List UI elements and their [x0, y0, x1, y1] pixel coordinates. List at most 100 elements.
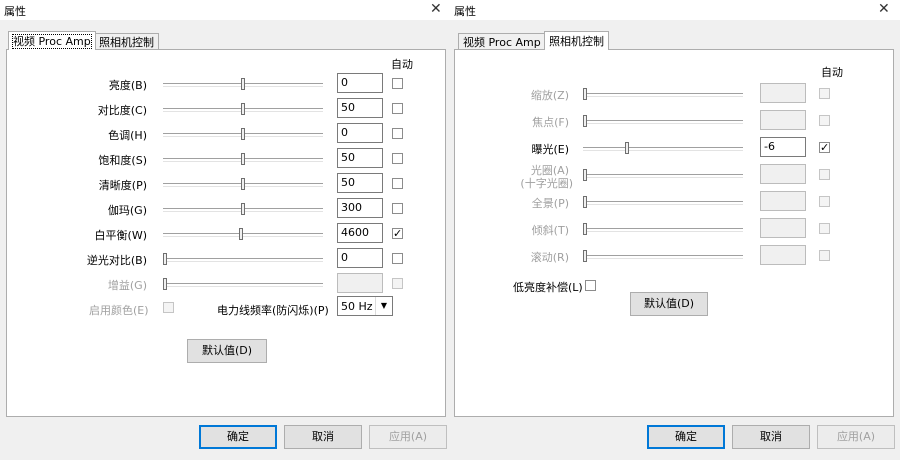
- color-enable-label: 启用颜色(E): [89, 304, 149, 317]
- slider-thumb[interactable]: [625, 142, 629, 154]
- auto-checkbox: [819, 196, 830, 207]
- properties-dialog-left: 属性 ✕ 视频 Proc Amp 照相机控制 自动 亮度(B) 0 对比度(C) 50…: [0, 0, 450, 460]
- powerline-frequency-value: 50 Hz: [341, 300, 373, 313]
- slider-track[interactable]: [583, 142, 743, 154]
- value-field[interactable]: 0: [337, 248, 383, 268]
- color-enable-checkbox: [163, 302, 174, 313]
- row-label: 对比度(C): [97, 104, 147, 117]
- slider-thumb[interactable]: [241, 103, 245, 115]
- value-field[interactable]: 300: [337, 198, 383, 218]
- low-light-compensation-checkbox[interactable]: [585, 280, 596, 291]
- slider-thumb: [583, 169, 587, 181]
- value-field: [337, 273, 383, 293]
- tab-video-proc-amp[interactable]: 视频 Proc Amp: [458, 33, 546, 50]
- slider-thumb: [583, 223, 587, 235]
- cancel-button[interactable]: 取消: [284, 425, 362, 449]
- slider-thumb: [583, 196, 587, 208]
- ok-button[interactable]: 确定: [647, 425, 725, 449]
- value-field[interactable]: 50: [337, 173, 383, 193]
- row-label: 伽玛(G): [107, 204, 147, 217]
- slider-track: [583, 115, 743, 127]
- auto-checkbox[interactable]: [392, 153, 403, 164]
- auto-checkbox[interactable]: [392, 253, 403, 264]
- slider-track: [583, 169, 743, 181]
- auto-checkbox[interactable]: [392, 203, 403, 214]
- auto-header: 自动: [391, 58, 413, 71]
- slider-thumb[interactable]: [241, 203, 245, 215]
- slider-track[interactable]: [163, 203, 323, 215]
- slider-thumb: [583, 115, 587, 127]
- slider-thumb[interactable]: [239, 228, 243, 240]
- value-field[interactable]: 50: [337, 148, 383, 168]
- apply-button: 应用(A): [817, 425, 895, 449]
- slider-track[interactable]: [163, 178, 323, 190]
- slider-thumb: [583, 88, 587, 100]
- auto-checkbox[interactable]: [392, 128, 403, 139]
- cancel-button[interactable]: 取消: [732, 425, 810, 449]
- value-field: [760, 218, 806, 238]
- low-light-compensation-label: 低亮度补偿(L): [513, 281, 583, 294]
- auto-checkbox: [819, 169, 830, 180]
- default-button[interactable]: 默认值(D): [187, 339, 267, 363]
- slider-track[interactable]: [163, 228, 323, 240]
- slider-thumb[interactable]: [241, 153, 245, 165]
- slider-thumb[interactable]: [241, 178, 245, 190]
- title-bar: 属性 ✕: [0, 0, 450, 20]
- window-title: 属性: [454, 5, 476, 18]
- default-button[interactable]: 默认值(D): [630, 292, 708, 316]
- auto-checkbox: [392, 278, 403, 289]
- slider-track: [583, 88, 743, 100]
- auto-checkbox: [819, 223, 830, 234]
- slider-track[interactable]: [163, 78, 323, 90]
- properties-dialog-right: 属性 ✕ 视频 Proc Amp 照相机控制 自动 缩放(Z) 焦点(F) 曝光(E…: [450, 0, 900, 460]
- row-label: 逆光对比(B): [86, 254, 147, 267]
- auto-header: 自动: [821, 66, 843, 79]
- slider-thumb[interactable]: [241, 128, 245, 140]
- title-bar: 属性 ✕: [450, 0, 900, 20]
- value-field[interactable]: 0: [337, 73, 383, 93]
- close-icon[interactable]: ✕: [878, 1, 890, 17]
- slider-thumb: [163, 278, 167, 290]
- window-title: 属性: [4, 5, 26, 18]
- value-field[interactable]: 0: [337, 123, 383, 143]
- auto-checkbox[interactable]: ✓: [819, 142, 830, 153]
- slider-track: [583, 223, 743, 235]
- row-label: 增益(G): [107, 279, 147, 292]
- auto-checkbox[interactable]: ✓: [392, 228, 403, 239]
- row-label: 色调(H): [108, 129, 147, 142]
- value-field: [760, 191, 806, 211]
- auto-checkbox[interactable]: [392, 78, 403, 89]
- value-field: [760, 245, 806, 265]
- row-label: 焦点(F): [532, 116, 569, 129]
- slider-track[interactable]: [163, 153, 323, 165]
- value-field: [760, 164, 806, 184]
- row-label: 滚动(R): [530, 251, 569, 264]
- row-label: 全景(P): [531, 197, 569, 210]
- slider-track[interactable]: [163, 253, 323, 265]
- powerline-frequency-select[interactable]: 50 Hz ▼: [337, 296, 393, 316]
- slider-thumb[interactable]: [163, 253, 167, 265]
- row-label: 曝光(E): [531, 143, 569, 156]
- value-field[interactable]: 4600: [337, 223, 383, 243]
- row-label: 缩放(Z): [530, 89, 569, 102]
- chevron-down-icon: ▼: [375, 297, 392, 315]
- auto-checkbox: [819, 115, 830, 126]
- tab-video-proc-amp[interactable]: 视频 Proc Amp: [8, 31, 96, 50]
- value-field[interactable]: 50: [337, 98, 383, 118]
- close-icon[interactable]: ✕: [430, 1, 442, 17]
- slider-thumb[interactable]: [241, 78, 245, 90]
- slider-track: [163, 278, 323, 290]
- tab-camera-control[interactable]: 照相机控制: [544, 31, 609, 50]
- auto-checkbox: [819, 88, 830, 99]
- tab-camera-control[interactable]: 照相机控制: [94, 33, 159, 50]
- value-field: [760, 83, 806, 103]
- slider-track[interactable]: [163, 128, 323, 140]
- value-field[interactable]: -6: [760, 137, 806, 157]
- auto-checkbox[interactable]: [392, 103, 403, 114]
- slider-track[interactable]: [163, 103, 323, 115]
- row-label: 亮度(B): [108, 79, 147, 92]
- ok-button[interactable]: 确定: [199, 425, 277, 449]
- tab-panel: 自动 亮度(B) 0 对比度(C) 50 色调(H) 0 饱和度(S) 50 清晰度(P) 50 伽…: [6, 49, 446, 417]
- auto-checkbox: [819, 250, 830, 261]
- auto-checkbox[interactable]: [392, 178, 403, 189]
